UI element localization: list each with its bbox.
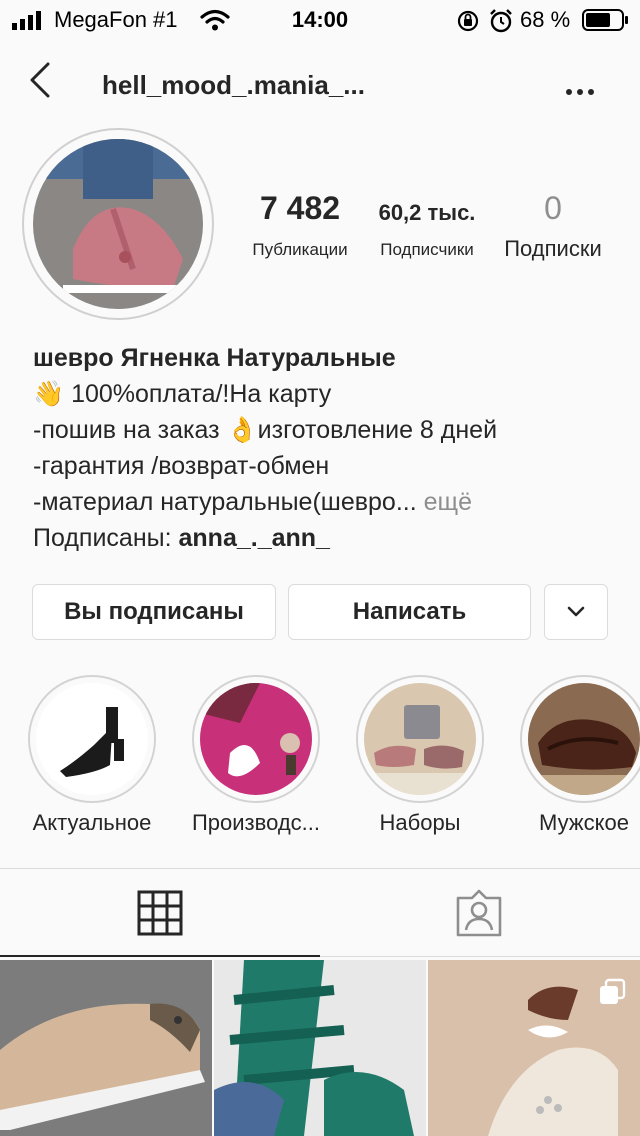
more-options-icon[interactable] (566, 82, 599, 100)
following-button[interactable]: Вы подписаны (32, 584, 276, 640)
back-arrow-icon[interactable] (28, 62, 52, 98)
following-count[interactable]: 0 (493, 190, 613, 227)
carousel-icon (600, 978, 626, 1004)
post-thumbnail[interactable] (214, 960, 426, 1136)
tab-inactive-line (320, 956, 640, 957)
bio-line-1: 👋 100%оплата/!На карту (33, 380, 332, 408)
followed-by-user[interactable]: anna_._ann_ (179, 524, 330, 552)
tab-tagged[interactable] (320, 870, 640, 956)
posts-count[interactable]: 7 482 (240, 190, 360, 227)
bio-name: шевро Ягненка Натуральные (33, 344, 396, 372)
highlight-cover-4[interactable] (528, 683, 640, 795)
tab-divider (0, 868, 640, 869)
avatar[interactable] (33, 139, 203, 309)
following-label[interactable]: Подписки (493, 236, 613, 262)
bio-more-link[interactable]: ещё (424, 488, 472, 516)
bio-line-4-text: -материал натуральные(шевро... (33, 488, 417, 516)
followed-by: Подписаны: anna_._ann_ (33, 524, 330, 553)
post-thumbnail[interactable] (428, 960, 640, 1136)
post-thumbnail[interactable] (0, 960, 212, 1136)
tagged-person-icon (456, 889, 502, 937)
message-button[interactable]: Написать (288, 584, 531, 640)
profile-username: hell_mood_.mania_... (102, 70, 365, 100)
highlight-cover-1[interactable] (36, 683, 148, 795)
battery-icon (582, 9, 628, 31)
tab-grid[interactable] (0, 870, 320, 956)
highlight-label-4[interactable]: Мужское (499, 810, 640, 836)
followed-by-prefix: Подписаны: (33, 524, 172, 552)
suggestions-button[interactable] (544, 584, 608, 640)
tab-active-indicator (0, 955, 320, 957)
highlight-cover-3[interactable] (364, 683, 476, 795)
alarm-icon (490, 9, 512, 33)
highlight-label-3[interactable]: Наборы (335, 810, 505, 836)
followers-count[interactable]: 60,2 тыс. (365, 200, 489, 226)
highlight-label-1[interactable]: Актуальное (7, 810, 177, 836)
posts-label[interactable]: Публикации (240, 240, 360, 260)
bio-line-3: -гарантия /возврат-обмен (33, 452, 330, 480)
highlight-label-2[interactable]: Производс... (171, 810, 341, 836)
followers-label[interactable]: Подписчики (365, 240, 489, 260)
orientation-lock-icon (457, 10, 479, 32)
highlight-cover-2[interactable] (200, 683, 312, 795)
chevron-down-icon (567, 606, 585, 617)
status-bar: MegaFon #1 14:00 68 % (0, 0, 640, 40)
bio-line-2: -пошив на заказ 👌изготовление 8 дней (33, 416, 498, 444)
battery-percentage: 68 % (520, 7, 571, 32)
grid-icon (137, 890, 183, 936)
bio-line-4: -материал натуральные(шевро... ещё (33, 488, 472, 517)
